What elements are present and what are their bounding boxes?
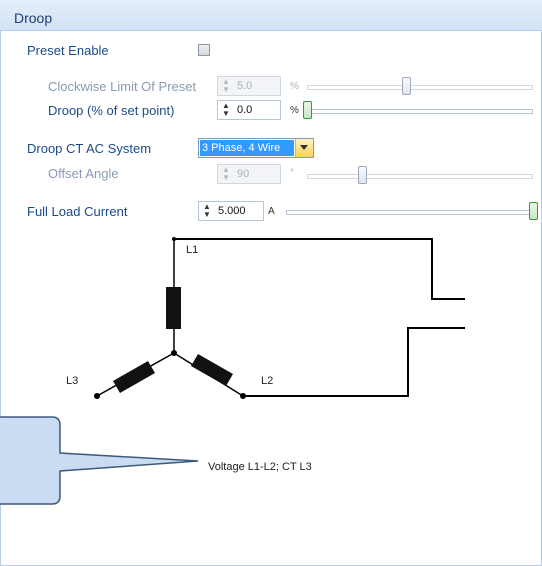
wiring-diagram (0, 237, 465, 505)
l2-label: L2 (261, 375, 274, 387)
l1-label: L1 (186, 244, 199, 256)
callout-text: Voltage L1-L2; CT L3 (208, 461, 312, 473)
l3-label: L3 (66, 375, 79, 387)
